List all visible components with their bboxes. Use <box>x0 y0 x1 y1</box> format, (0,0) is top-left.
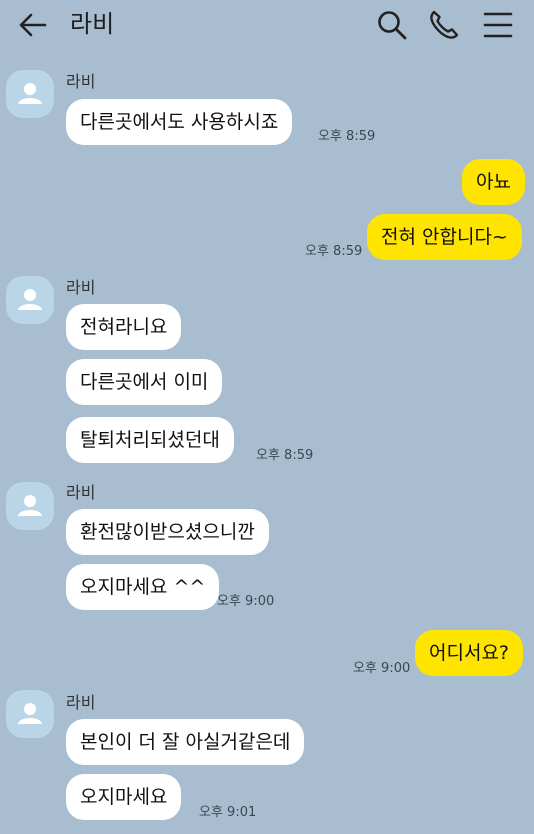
avatar[interactable] <box>6 690 54 738</box>
incoming-message-bubble[interactable]: 본인이 더 잘 아실거같은데 <box>66 719 305 765</box>
incoming-message-bubble[interactable]: 다른곳에서 이미 <box>66 359 223 405</box>
outgoing-message-bubble[interactable]: 아뇨 <box>462 159 525 205</box>
chat-title: 라비 <box>70 10 115 38</box>
menu-icon[interactable] <box>482 10 514 40</box>
outgoing-message-bubble[interactable]: 어디서요? <box>415 630 524 676</box>
message-time: 오후 9:00 <box>217 594 275 609</box>
incoming-message-bubble[interactable]: 오지마세요 ^^ <box>66 564 220 610</box>
message-time: 오후 8:59 <box>256 448 314 463</box>
chat-header: 라비 <box>0 0 534 52</box>
incoming-message-bubble[interactable]: 탈퇴처리되셨던대 <box>66 417 234 463</box>
search-icon[interactable] <box>376 9 408 41</box>
message-time: 오후 9:01 <box>199 805 257 820</box>
default-profile-icon <box>18 83 42 104</box>
sender-name: 라비 <box>66 483 96 502</box>
default-profile-icon <box>18 495 42 516</box>
message-time: 오후 8:59 <box>305 244 363 259</box>
default-profile-icon <box>18 703 42 724</box>
sender-name: 라비 <box>66 278 96 297</box>
sender-name: 라비 <box>66 72 96 91</box>
back-arrow-icon[interactable] <box>18 10 48 40</box>
default-profile-icon <box>18 289 42 310</box>
avatar[interactable] <box>6 276 54 324</box>
incoming-message-bubble[interactable]: 전혀라니요 <box>66 304 182 350</box>
incoming-message-bubble[interactable]: 오지마세요 <box>66 774 182 820</box>
message-time: 오후 8:59 <box>318 129 376 144</box>
outgoing-message-bubble[interactable]: 전혀 안합니다~ <box>367 214 522 260</box>
incoming-message-bubble[interactable]: 환전많이받으셨으니깐 <box>66 509 269 555</box>
avatar[interactable] <box>6 70 54 118</box>
incoming-message-bubble[interactable]: 다른곳에서도 사용하시죠 <box>66 99 293 145</box>
sender-name: 라비 <box>66 693 96 712</box>
message-time: 오후 9:00 <box>353 661 411 676</box>
phone-icon[interactable] <box>428 9 460 41</box>
avatar[interactable] <box>6 482 54 530</box>
